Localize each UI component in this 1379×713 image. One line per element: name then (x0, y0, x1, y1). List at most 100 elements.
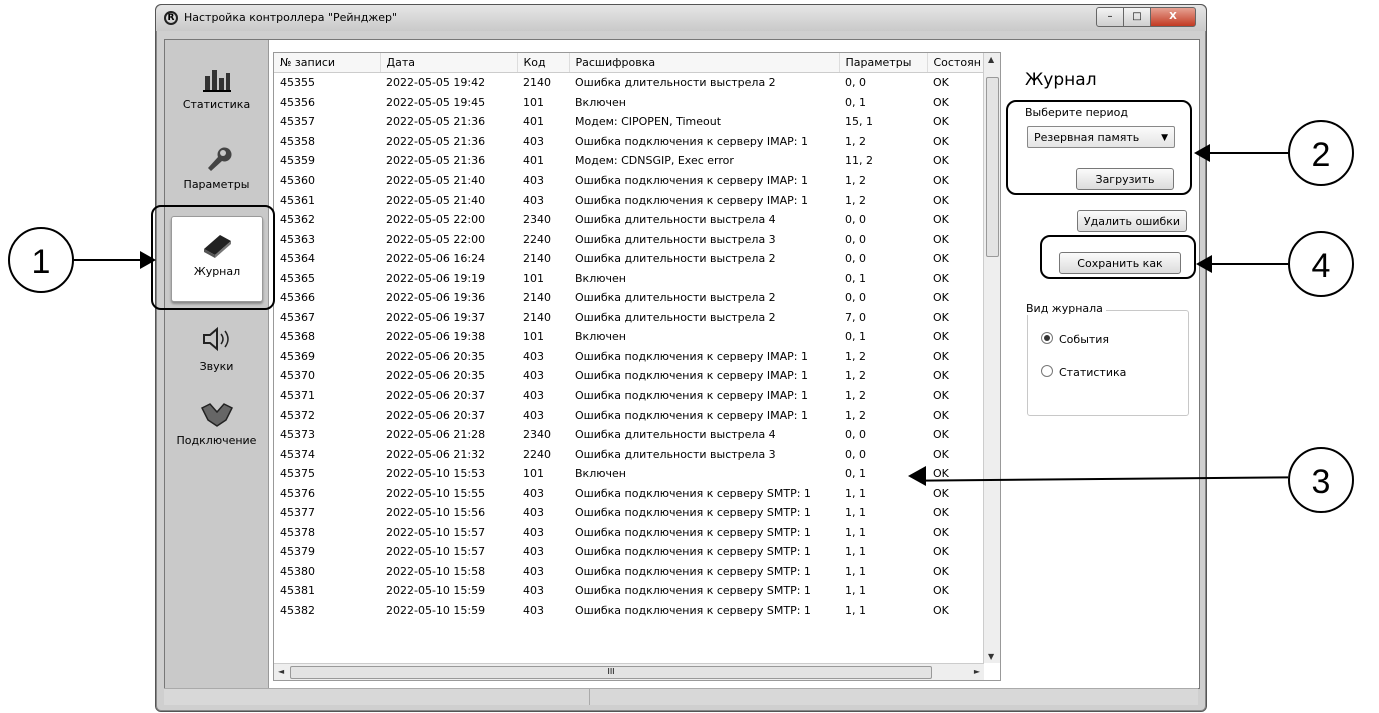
cell-parameters: 1, 2 (845, 134, 866, 148)
table-row[interactable]: 45362 2022-05-05 22:00 2340 Ошибка длительн… (274, 210, 984, 230)
table-row[interactable]: 45361 2022-05-05 21:40 403 Ошибка подключен… (274, 190, 984, 210)
horizontal-scrollbar[interactable]: ◄ III ► (274, 663, 984, 680)
cell-description: Включен (575, 467, 626, 481)
cell-status: OK (933, 291, 949, 305)
cell-parameters: 0, 1 (845, 330, 866, 344)
table-row[interactable]: 45358 2022-05-05 21:36 403 Ошибка подключен… (274, 132, 984, 152)
sidebar-item-connection[interactable]: Подключение (165, 400, 268, 447)
cell-status: OK (933, 115, 949, 129)
column-header-record-no[interactable]: № записи (274, 53, 381, 73)
radio-events[interactable]: События (1041, 332, 1109, 346)
view-group (1027, 310, 1189, 416)
radio-unselected-icon (1041, 365, 1053, 377)
cell-code: 403 (523, 545, 544, 559)
cell-record-no: 45367 (280, 310, 315, 324)
table-row[interactable]: 45374 2022-05-06 21:32 2240 Ошибка длительн… (274, 444, 984, 464)
cell-record-no: 45373 (280, 428, 315, 442)
minimize-button[interactable]: – (1096, 7, 1124, 27)
cell-date: 2022-05-10 15:56 (386, 506, 486, 520)
cell-description: Ошибка подключения к серверу SMTP: 1 (575, 506, 811, 520)
table-row[interactable]: 45355 2022-05-05 19:42 2140 Ошибка длительн… (274, 73, 984, 93)
sidebar-item-label: Параметры (183, 178, 250, 191)
scroll-right-icon[interactable]: ► (974, 667, 980, 676)
cell-parameters: 1, 2 (845, 174, 866, 187)
maximize-button[interactable]: □ (1123, 7, 1151, 27)
column-header-status[interactable]: Состоян (927, 53, 985, 73)
sidebar-item-parameters[interactable]: Параметры (165, 144, 268, 191)
cell-description: Модем: CIPOPEN, Timeout (575, 115, 722, 129)
cell-status: OK (933, 271, 949, 285)
table-row[interactable]: 45372 2022-05-06 20:37 403 Ошибка подключен… (274, 405, 984, 425)
cell-code: 403 (523, 134, 544, 148)
highlight-journal-nav (151, 205, 275, 310)
cell-record-no: 45362 (280, 213, 315, 227)
sidebar-item-statistics[interactable]: Статистика (165, 64, 268, 111)
scroll-left-icon[interactable]: ◄ (278, 667, 284, 676)
table-row[interactable]: 45377 2022-05-10 15:56 403 Ошибка подключен… (274, 503, 984, 523)
table-row[interactable]: 45360 2022-05-05 21:40 403 Ошибка подключен… (274, 171, 984, 191)
cell-parameters: 11, 2 (845, 154, 873, 168)
cell-code: 2340 (523, 213, 551, 227)
vertical-scrollbar[interactable]: ▲ ▼ (983, 53, 1000, 663)
cell-parameters: 0, 1 (845, 271, 866, 285)
arrowhead-icon (1196, 255, 1212, 273)
table-row[interactable]: 45368 2022-05-06 19:38 101 Включен 0, 1 OK (274, 327, 984, 347)
view-group-label: Вид журнала (1023, 302, 1106, 315)
cell-code: 403 (523, 408, 544, 422)
table-row[interactable]: 45357 2022-05-05 21:36 401 Модем: CIPOPEN, … (274, 112, 984, 132)
table-row[interactable]: 45373 2022-05-06 21:28 2340 Ошибка длительн… (274, 425, 984, 445)
cell-date: 2022-05-05 21:40 (386, 193, 486, 207)
cell-status: OK (933, 76, 949, 90)
table-row[interactable]: 45376 2022-05-10 15:55 403 Ошибка подключен… (274, 483, 984, 503)
cell-record-no: 45361 (280, 193, 315, 207)
handshake-icon (200, 400, 234, 430)
close-button[interactable]: X (1150, 7, 1196, 27)
table-row[interactable]: 45378 2022-05-10 15:57 403 Ошибка подключен… (274, 523, 984, 543)
column-header-code[interactable]: Код (517, 53, 570, 73)
scroll-down-icon[interactable]: ▼ (988, 652, 994, 661)
table-row[interactable]: 45367 2022-05-06 19:37 2140 Ошибка длительн… (274, 308, 984, 328)
cell-date: 2022-05-06 20:37 (386, 408, 486, 422)
cell-date: 2022-05-06 21:28 (386, 428, 486, 442)
journal-table-container[interactable]: № записи Дата Код Расшифровка Параметры … (273, 52, 1001, 681)
delete-errors-button[interactable]: Удалить ошибки (1077, 210, 1187, 232)
horizontal-scroll-thumb[interactable]: III (290, 666, 932, 679)
table-row[interactable]: 45369 2022-05-06 20:35 403 Ошибка подключен… (274, 347, 984, 367)
cell-status: OK (933, 447, 949, 461)
table-row[interactable]: 45363 2022-05-05 22:00 2240 Ошибка длительн… (274, 229, 984, 249)
table-row[interactable]: 45356 2022-05-05 19:45 101 Включен 0, 1 OK (274, 93, 984, 113)
cell-record-no: 45356 (280, 95, 315, 109)
table-row[interactable]: 45381 2022-05-10 15:59 403 Ошибка подключен… (274, 581, 984, 601)
table-row[interactable]: 45379 2022-05-10 15:57 403 Ошибка подключен… (274, 542, 984, 562)
callout-4: 4 (1288, 231, 1354, 297)
table-row[interactable]: 45359 2022-05-05 21:36 401 Модем: CDNSGIP, … (274, 151, 984, 171)
table-row[interactable]: 45382 2022-05-10 15:59 403 Ошибка подключен… (274, 601, 984, 621)
cell-description: Ошибка подключения к серверу IMAP: 1 (575, 193, 808, 207)
cell-code: 403 (523, 584, 544, 598)
table-row[interactable]: 45364 2022-05-06 16:24 2140 Ошибка длительн… (274, 249, 984, 269)
radio-statistics[interactable]: Статистика (1041, 365, 1126, 379)
cell-code: 2140 (523, 76, 551, 90)
cell-parameters: 1, 1 (845, 506, 866, 520)
column-header-description[interactable]: Расшифровка (569, 53, 840, 73)
scroll-up-icon[interactable]: ▲ (988, 55, 994, 64)
cell-record-no: 45377 (280, 506, 315, 520)
vertical-scroll-thumb[interactable] (986, 77, 999, 257)
column-header-date[interactable]: Дата (380, 53, 518, 73)
radio-selected-icon (1041, 332, 1053, 344)
table-row[interactable]: 45365 2022-05-06 19:19 101 Включен 0, 1 OK (274, 268, 984, 288)
sidebar-item-sounds[interactable]: Звуки (165, 326, 268, 373)
table-row[interactable]: 45380 2022-05-10 15:58 403 Ошибка подключен… (274, 562, 984, 582)
table-row[interactable]: 45370 2022-05-06 20:35 403 Ошибка подключен… (274, 366, 984, 386)
cell-description: Ошибка длительности выстрела 3 (575, 447, 776, 461)
cell-status: OK (933, 193, 949, 207)
cell-code: 403 (523, 604, 544, 618)
table-row[interactable]: 45371 2022-05-06 20:37 403 Ошибка подключен… (274, 386, 984, 406)
table-row[interactable]: 45366 2022-05-06 19:36 2140 Ошибка длительн… (274, 288, 984, 308)
column-header-parameters[interactable]: Параметры (839, 53, 928, 73)
cell-record-no: 45374 (280, 447, 315, 461)
table-row[interactable]: 45375 2022-05-10 15:53 101 Включен 0, 1 OK (274, 464, 984, 484)
cell-date: 2022-05-05 19:42 (386, 76, 486, 90)
cell-record-no: 45370 (280, 369, 315, 383)
journal-table: № записи Дата Код Расшифровка Параметры … (274, 53, 985, 620)
